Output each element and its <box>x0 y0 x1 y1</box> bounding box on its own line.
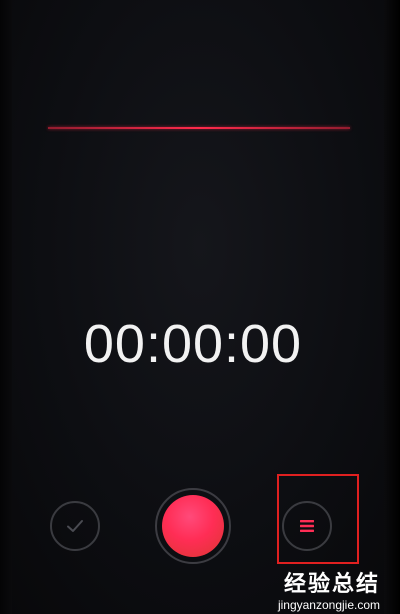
watermark-url: jingyanzongjie.com <box>277 598 380 612</box>
recorder-screen: 00:00:00 经验总结 jingyanzongjie.com <box>0 0 400 614</box>
done-button[interactable] <box>50 501 100 551</box>
phone-bezel-left <box>0 0 12 614</box>
watermark: 经验总结 jingyanzongjie.com <box>278 572 380 612</box>
recording-timer: 00:00:00 <box>83 314 303 374</box>
watermark-title-part2: 总结 <box>331 572 380 597</box>
record-dot <box>162 495 224 557</box>
check-icon <box>67 520 83 532</box>
watermark-title-part1: 经验 <box>283 572 332 597</box>
waveform-line <box>48 127 350 129</box>
watermark-title: 经验总结 <box>278 572 380 598</box>
phone-bezel-right <box>384 0 400 614</box>
record-button[interactable] <box>155 488 231 564</box>
highlight-annotation-box <box>277 474 359 564</box>
